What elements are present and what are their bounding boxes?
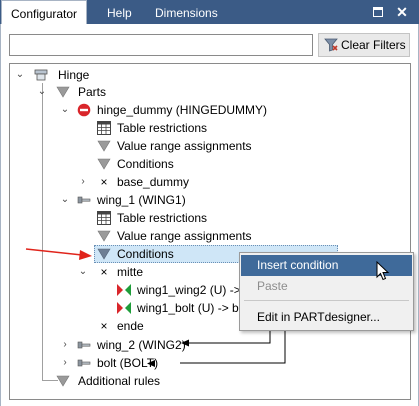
tree-item-value-range-assignments[interactable]: Value range assignments bbox=[117, 227, 252, 245]
expand-toggle-icon[interactable]: › bbox=[60, 354, 70, 372]
table-icon bbox=[97, 121, 111, 135]
search-input[interactable] bbox=[9, 34, 313, 56]
tree-item-additional-rules[interactable]: Additional rules bbox=[78, 372, 160, 390]
collapse-toggle-icon[interactable]: ⌄ bbox=[60, 101, 70, 119]
funnel-icon bbox=[56, 86, 70, 98]
restore-icon[interactable] bbox=[371, 5, 385, 19]
collapse-toggle-icon[interactable]: ⌄ bbox=[15, 66, 25, 84]
cross-icon: × bbox=[100, 265, 108, 279]
clear-filters-button[interactable]: Clear Filters bbox=[318, 33, 410, 57]
close-icon[interactable]: ✕ bbox=[395, 5, 409, 19]
collapse-toggle-icon[interactable]: ⌄ bbox=[37, 83, 47, 101]
funnel-icon bbox=[97, 140, 111, 152]
tab-bar: Configurator Help Dimensions ✕ bbox=[0, 0, 419, 25]
tree-item-value-range-assignments[interactable]: Value range assignments bbox=[117, 137, 252, 155]
tab-help[interactable]: Help bbox=[98, 0, 141, 24]
tree-item-conditions-selected[interactable]: Conditions bbox=[117, 245, 174, 263]
mouse-cursor-icon bbox=[376, 261, 390, 281]
funnel-icon bbox=[97, 158, 111, 170]
menu-separator bbox=[244, 300, 409, 301]
tree-item-table-restrictions[interactable]: Table restrictions bbox=[117, 209, 207, 227]
funnel-icon bbox=[56, 375, 70, 387]
constraint-icon bbox=[117, 302, 131, 314]
tree-item-wing-2[interactable]: wing_2 (WING2) bbox=[97, 336, 186, 354]
blocked-part-icon bbox=[77, 103, 91, 117]
funnel-icon bbox=[97, 248, 111, 260]
tree-item-hinge-dummy[interactable]: hinge_dummy (HINGEDUMMY) bbox=[97, 101, 267, 119]
clear-filters-label: Clear Filters bbox=[341, 38, 406, 52]
tree-item-parts[interactable]: Parts bbox=[78, 83, 106, 101]
menu-item-edit-in-partdesigner[interactable]: Edit in PARTdesigner... bbox=[241, 307, 412, 328]
red-arrow-icon bbox=[25, 248, 92, 260]
cross-icon: × bbox=[100, 319, 108, 333]
clear-filter-icon bbox=[324, 38, 338, 52]
funnel-icon bbox=[97, 230, 111, 242]
expand-toggle-icon[interactable]: › bbox=[60, 336, 70, 354]
arrowhead-icon bbox=[147, 360, 155, 367]
expand-toggle-icon[interactable]: › bbox=[78, 173, 88, 191]
tree-line bbox=[42, 83, 43, 381]
cross-icon: × bbox=[100, 175, 108, 189]
tree-item-ende[interactable]: ende bbox=[117, 317, 144, 335]
table-icon bbox=[97, 211, 111, 225]
tree-item-mitte[interactable]: mitte bbox=[117, 263, 143, 281]
part-icon bbox=[77, 341, 91, 349]
tree-item-hinge[interactable]: Hinge bbox=[58, 66, 89, 84]
tree-item-table-restrictions[interactable]: Table restrictions bbox=[117, 119, 207, 137]
tree-item-wing-1[interactable]: wing_1 (WING1) bbox=[97, 191, 186, 209]
tree-item-conditions[interactable]: Conditions bbox=[117, 155, 174, 173]
tab-dimensions[interactable]: Dimensions bbox=[146, 0, 227, 24]
part-icon bbox=[77, 359, 91, 367]
tab-configurator[interactable]: Configurator bbox=[1, 0, 88, 25]
collapse-toggle-icon[interactable]: ⌄ bbox=[78, 263, 88, 281]
collapse-toggle-icon[interactable]: ⌄ bbox=[60, 191, 70, 209]
part-icon bbox=[77, 196, 91, 204]
constraint-icon bbox=[117, 284, 131, 296]
assembly-icon bbox=[34, 69, 48, 81]
tree-item-base-dummy[interactable]: base_dummy bbox=[117, 173, 189, 191]
